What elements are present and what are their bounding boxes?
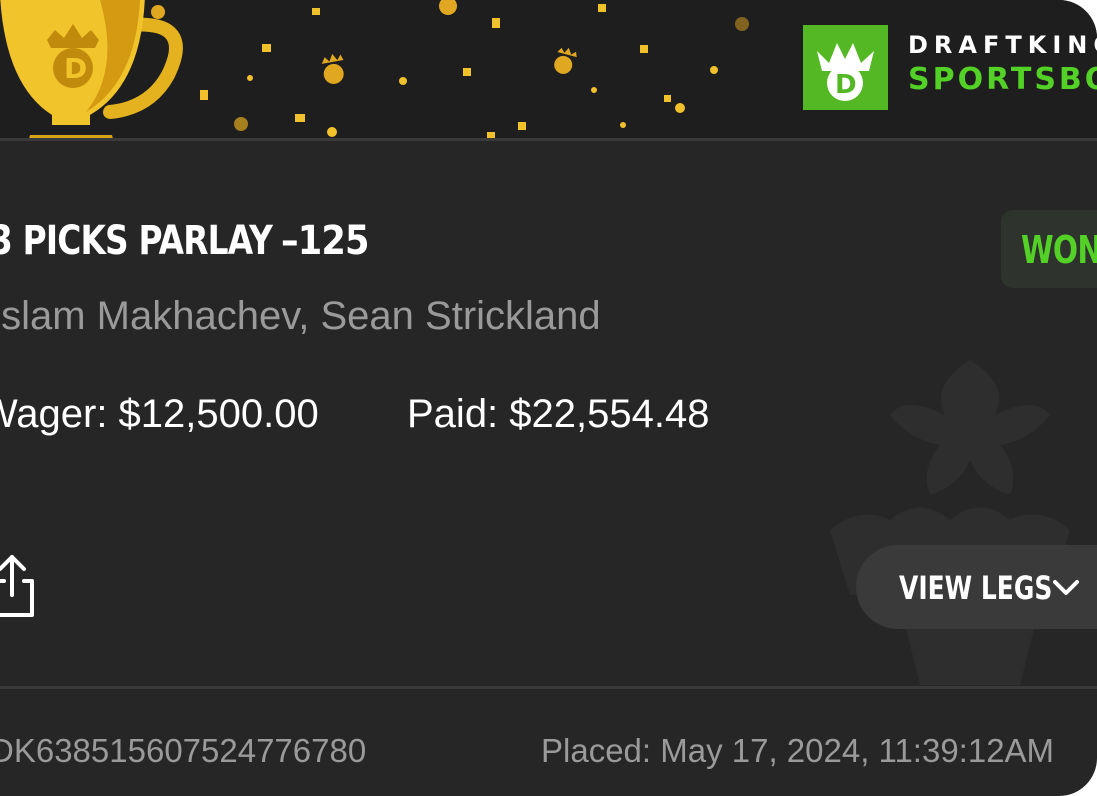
view-legs-label: VIEW LEGS — [899, 569, 1053, 607]
confetti-decoration — [151, 0, 749, 138]
status-badge: WON — [1001, 210, 1097, 288]
banner-divider — [0, 138, 1097, 141]
brand-line-1: DRAFTKINGS — [908, 31, 1097, 59]
bet-id: DK638515607524776780 — [0, 732, 367, 769]
bet-selections: Islam Makhachev, Sean Strickland — [0, 294, 601, 338]
svg-text:D: D — [835, 70, 857, 100]
wager-amount: Wager: $12,500.00 — [0, 392, 319, 436]
chevron-down-icon — [1053, 580, 1079, 595]
bet-card: D D DRAFTKIN SPORTSB 3 PICKS PARLAY –125… — [0, 0, 1097, 796]
celebration-banner: D D DRAFTKIN SPORTSB — [0, 0, 1097, 138]
share-icon[interactable] — [0, 553, 40, 619]
bet-title: 3 PICKS PARLAY — [0, 218, 273, 264]
footer-divider — [0, 686, 1097, 689]
status-text: WON — [1021, 228, 1097, 272]
placed-timestamp: Placed: May 17, 2024, 11:39:12AM — [541, 732, 1055, 769]
brand-wordmark: DRAFTKINGS SPORTSBOOK — [908, 33, 1097, 95]
bet-odds: –125 — [281, 218, 369, 264]
draftkings-logo: D — [803, 25, 888, 110]
crown-watermark-icon — [830, 360, 1070, 685]
view-legs-button[interactable]: VIEW LEGS — [856, 545, 1097, 629]
brand-line-2: SPORTSBOOK — [908, 62, 1097, 97]
paid-amount: Paid: $22,554.48 — [407, 392, 710, 436]
crown-logo-icon: D — [817, 43, 874, 101]
